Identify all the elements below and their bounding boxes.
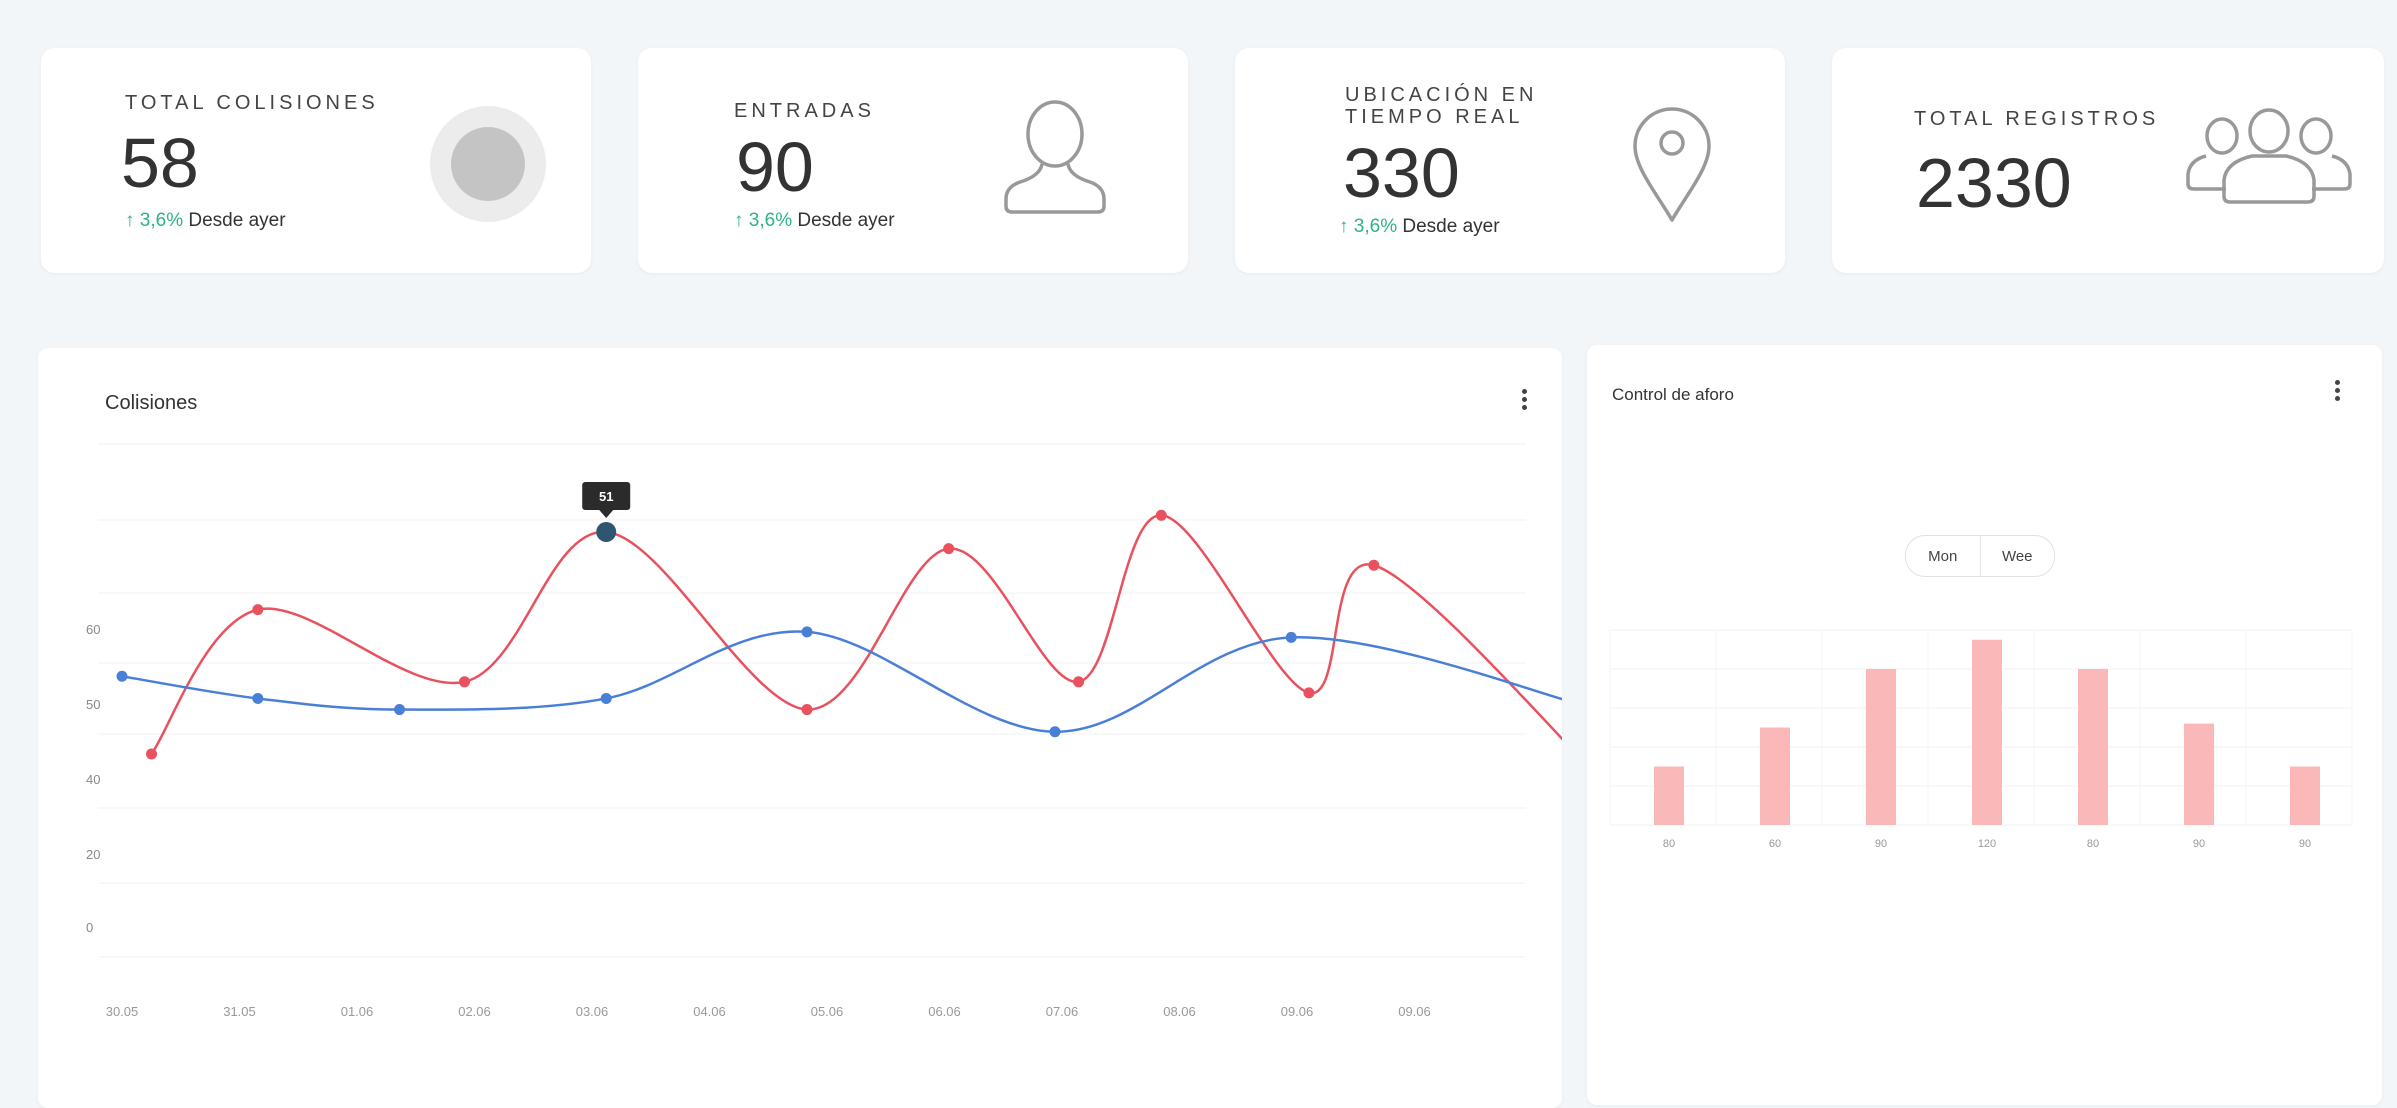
x-tick-label: 31.05	[223, 1004, 256, 1019]
circle-icon	[430, 106, 546, 222]
x-tick-label: 03.06	[576, 1004, 609, 1019]
data-point	[943, 543, 955, 555]
x-tick-label: 90	[2193, 838, 2205, 850]
x-tick-label: 02.06	[458, 1004, 491, 1019]
toggle-week[interactable]: Wee	[1981, 536, 2055, 576]
kpi-card-entradas: ENTRADAS 90 ↑ 3,6% Desde ayer	[638, 48, 1188, 273]
colisiones-panel: Colisiones 0 20 40 50 60 30.05 31.05 01.06 02.06…	[38, 348, 1562, 1108]
kpi-trend: ↑ 3,6% Desde ayer	[1339, 216, 1500, 238]
toggle-month[interactable]: Mon	[1906, 536, 1981, 576]
trend-label: Desde ayer	[1402, 216, 1500, 237]
kpi-title: UBICACIÓN EN TIEMPO REAL	[1345, 84, 1538, 128]
data-point	[394, 704, 406, 716]
bar	[1654, 766, 1684, 825]
kpi-trend: ↑ 3,6% Desde ayer	[734, 210, 895, 232]
data-point	[1285, 631, 1297, 643]
x-tick-label: 08.06	[1163, 1004, 1196, 1019]
x-tick-label: 09.06	[1281, 1004, 1314, 1019]
colisiones-chart: 0 20 40 50 60 30.05 31.05 01.06 02.06 03.06 04.06 0…	[86, 443, 1562, 1019]
kpi-card-colisiones: TOTAL COLISIONES 58 ↑ 3,6% Desde ayer	[41, 48, 591, 273]
trend-label: Desde ayer	[188, 210, 286, 231]
kpi-trend: ↑ 3,6% Desde ayer	[125, 210, 286, 232]
data-point	[801, 626, 813, 638]
data-point	[801, 704, 813, 716]
data-point	[1073, 676, 1085, 688]
data-point	[1303, 687, 1315, 699]
x-tick-label: 90	[2299, 838, 2311, 850]
trend-up-icon: ↑	[1339, 216, 1349, 237]
kpi-card-ubicacion: UBICACIÓN EN TIEMPO REAL 330 ↑ 3,6% Desd…	[1235, 48, 1785, 273]
kpi-title: TOTAL REGISTROS	[1914, 108, 2160, 130]
panel-title: Control de aforo	[1612, 385, 1734, 404]
x-tick-label: 30.05	[106, 1004, 139, 1019]
bar	[1760, 727, 1790, 825]
y-tick-label: 60	[86, 622, 100, 637]
data-point	[252, 604, 264, 616]
kpi-value: 90	[736, 128, 814, 206]
y-tick-label: 40	[86, 772, 100, 787]
x-tick-label: 90	[1875, 838, 1887, 850]
kpi-value: 58	[121, 124, 199, 202]
trend-label: Desde ayer	[797, 210, 895, 231]
data-point	[146, 748, 158, 760]
user-icon	[1004, 100, 1106, 214]
trend-percent: 3,6%	[1353, 216, 1398, 237]
trend-percent: 3,6%	[139, 210, 184, 231]
x-tick-label: 80	[1663, 838, 1675, 850]
kpi-card-registros: TOTAL REGISTROS 2330	[1832, 48, 2384, 273]
x-tick-label: 60	[1769, 838, 1781, 850]
bar	[2078, 669, 2108, 825]
kpi-value: 330	[1343, 134, 1460, 212]
tooltip-label: 51	[599, 489, 613, 504]
kpi-title: TOTAL COLISIONES	[125, 92, 379, 114]
highlight-point	[596, 521, 617, 542]
data-point	[1368, 559, 1380, 571]
bar	[2184, 723, 2214, 825]
x-tick-label: 80	[2087, 838, 2099, 850]
users-group-icon	[2186, 108, 2352, 204]
data-point	[1049, 726, 1061, 738]
x-tick-label: 07.06	[1046, 1004, 1079, 1019]
series-blue-line	[121, 630, 1562, 734]
kpi-title: ENTRADAS	[734, 100, 875, 122]
data-point	[252, 692, 264, 704]
period-toggle[interactable]: Mon Wee	[1905, 535, 2055, 577]
x-tick-label: 06.06	[928, 1004, 961, 1019]
bar	[2290, 766, 2320, 825]
location-pin-icon	[1633, 107, 1711, 222]
tooltip-arrow	[599, 509, 614, 518]
bar	[1972, 639, 2002, 825]
data-point	[458, 676, 470, 688]
x-tick-label: 120	[1978, 838, 1996, 850]
data-point	[116, 670, 128, 682]
y-tick-label: 20	[86, 847, 100, 862]
x-tick-label: 05.06	[811, 1004, 844, 1019]
kpi-value: 2330	[1916, 144, 2072, 222]
x-tick-label: 01.06	[341, 1004, 374, 1019]
y-tick-label: 0	[86, 920, 93, 935]
data-point	[600, 692, 612, 704]
trend-up-icon: ↑	[734, 210, 744, 231]
kebab-menu-icon[interactable]	[2327, 377, 2347, 407]
trend-up-icon: ↑	[125, 210, 135, 231]
x-tick-label: 09.06	[1398, 1004, 1431, 1019]
trend-percent: 3,6%	[748, 210, 793, 231]
y-tick-label: 50	[86, 697, 100, 712]
aforo-chart: 80 60 90 120 80 90 90	[1609, 629, 2353, 850]
x-tick-label: 04.06	[693, 1004, 726, 1019]
data-point	[1155, 509, 1167, 521]
bar	[1866, 669, 1896, 825]
